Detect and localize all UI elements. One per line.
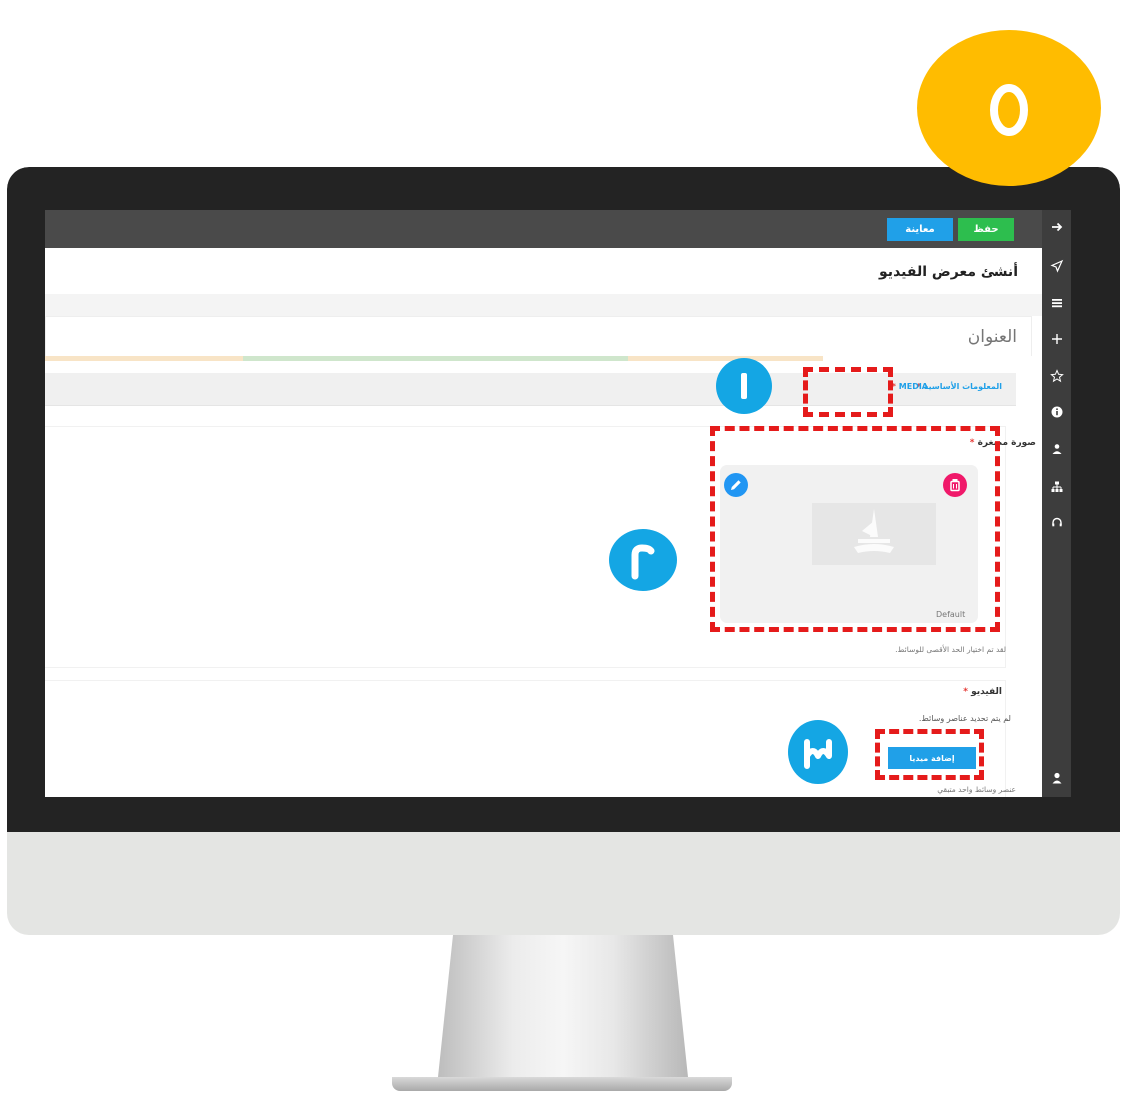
no-media-text: لم يتم تحديد عناصر وسائط. xyxy=(918,714,1011,723)
highlight-media-tab xyxy=(803,367,893,417)
highlight-add-media xyxy=(875,729,984,780)
menu-icon[interactable] xyxy=(1042,296,1071,315)
star-icon[interactable] xyxy=(1042,369,1071,388)
page-title: أنشئ معرض الفيديو xyxy=(879,264,1018,280)
step-number-badge: ٥ xyxy=(917,30,1101,186)
user-icon[interactable] xyxy=(1042,771,1071,790)
divider-strip xyxy=(45,294,1042,316)
callout-badge-3: ٣ xyxy=(788,720,848,784)
progress-bar xyxy=(45,352,1016,361)
video-label: الفيديو * xyxy=(963,687,1002,697)
title-row: أنشئ معرض الفيديو xyxy=(45,248,1042,294)
arrow-right-icon[interactable] xyxy=(1042,220,1071,239)
highlight-thumbnail xyxy=(710,426,1000,632)
save-button[interactable]: حفظ xyxy=(958,218,1014,241)
max-media-note: لقد تم اختيار الحد الأقصى للوسائط. xyxy=(895,645,1006,654)
remaining-media-note: عنصر وسائط واحد متبقي xyxy=(937,785,1016,794)
tab-media-label: MEDIA xyxy=(898,382,928,391)
progress-segment xyxy=(243,356,628,361)
info-icon[interactable] xyxy=(1042,405,1071,424)
tab-media[interactable]: * MEDIA xyxy=(892,382,928,391)
callout-badge-2: ٢ xyxy=(609,529,677,591)
send-icon[interactable] xyxy=(1042,259,1071,278)
preview-button[interactable]: معاينة xyxy=(887,218,953,241)
sitemap-icon[interactable] xyxy=(1042,480,1071,499)
monitor-stand xyxy=(438,935,688,1077)
tab-basic-info[interactable]: المعلومات الأساسية * xyxy=(917,382,1002,391)
video-label-text: الفيديو xyxy=(971,687,1002,697)
monitor-stand-base xyxy=(392,1077,732,1091)
progress-segment xyxy=(823,352,1016,361)
users-icon[interactable] xyxy=(1042,442,1071,461)
plus-icon[interactable] xyxy=(1042,332,1071,351)
tab-basic-info-label: المعلومات الأساسية xyxy=(923,382,1002,391)
right-sidebar xyxy=(1042,210,1071,797)
required-marker: * xyxy=(963,687,969,697)
headset-icon[interactable] xyxy=(1042,515,1071,534)
title-input[interactable] xyxy=(45,316,1032,356)
video-panel xyxy=(45,680,1006,797)
top-toolbar: حفظ معاينة xyxy=(45,210,1042,248)
callout-badge-1: ١ xyxy=(716,358,772,414)
